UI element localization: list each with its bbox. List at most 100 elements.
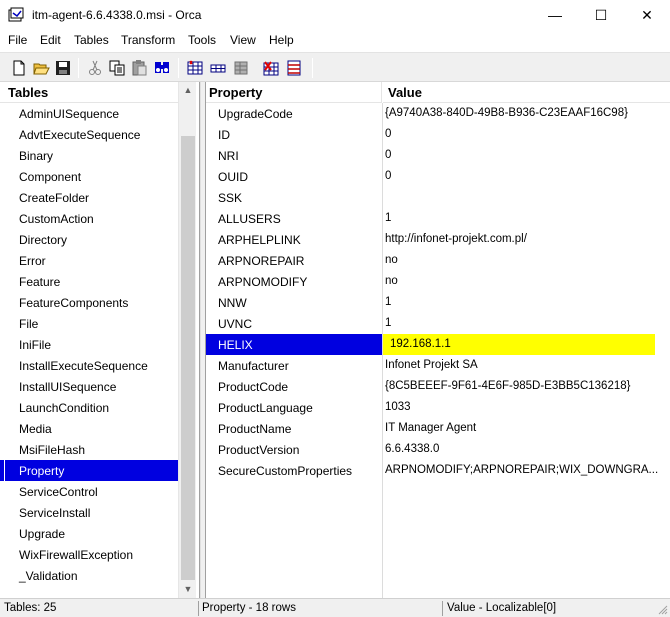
property-cell[interactable]: UpgradeCode	[206, 103, 382, 124]
copy-icon[interactable]	[108, 59, 126, 77]
value-cell[interactable]: 6.6.4338.0	[383, 439, 670, 460]
table-list-item[interactable]: IniFile	[0, 334, 178, 355]
property-cell[interactable]: ProductLanguage	[206, 397, 382, 418]
new-file-icon[interactable]	[10, 59, 28, 77]
open-folder-icon[interactable]	[32, 59, 50, 77]
error-icon[interactable]	[262, 59, 280, 77]
table-list-item[interactable]: ServiceControl	[0, 481, 178, 502]
table-list-item[interactable]: _Validation	[0, 565, 178, 586]
value-cell[interactable]: ARPNOMODIFY;ARPNOREPAIR;WIX_DOWNGRA...	[383, 460, 670, 481]
resize-grip-icon[interactable]	[656, 603, 668, 615]
value-cell[interactable]: 1033	[383, 397, 670, 418]
table-row[interactable]: UVNC 1	[206, 313, 670, 334]
table-row[interactable]: OUID 0	[206, 166, 670, 187]
scroll-up-icon[interactable]: ▲	[179, 82, 197, 99]
table-list-item[interactable]: Directory	[0, 229, 178, 250]
close-button[interactable]: ✕	[624, 0, 670, 30]
table-row[interactable]: SSK	[206, 187, 670, 208]
value-cell[interactable]: 0	[383, 145, 670, 166]
table-row[interactable]: ARPHELPLINK http://infonet-projekt.com.pl…	[206, 229, 670, 250]
value-cell[interactable]: http://infonet-projekt.com.pl/	[383, 229, 670, 250]
property-cell[interactable]: ProductVersion	[206, 439, 382, 460]
menu-transform[interactable]: Transform	[121, 33, 175, 47]
property-cell[interactable]: ProductName	[206, 418, 382, 439]
value-cell[interactable]: 1	[383, 313, 670, 334]
validate-icon[interactable]	[285, 59, 303, 77]
table-list-item[interactable]: Error	[0, 250, 178, 271]
property-cell[interactable]: Manufacturer	[206, 355, 382, 376]
menu-view[interactable]: View	[230, 33, 256, 47]
tables-scrollbar[interactable]: ▲ ▼	[178, 82, 196, 598]
minimize-button[interactable]: —	[532, 0, 578, 30]
property-cell[interactable]: NNW	[206, 292, 382, 313]
table-row[interactable]: ID 0	[206, 124, 670, 145]
menu-tools[interactable]: Tools	[188, 33, 216, 47]
table-list-item[interactable]: FeatureComponents	[0, 292, 178, 313]
value-cell[interactable]: IT Manager Agent	[383, 418, 670, 439]
table-row[interactable]: ARPNOREPAIR no	[206, 250, 670, 271]
table-row[interactable]: NNW 1	[206, 292, 670, 313]
value-cell[interactable]	[383, 187, 670, 208]
property-cell[interactable]: HELIX	[206, 334, 382, 355]
paste-icon[interactable]	[130, 59, 148, 77]
table-row[interactable]: UpgradeCode {A9740A38-840D-49B8-B936-C23E…	[206, 103, 670, 124]
menu-edit[interactable]: Edit	[40, 33, 61, 47]
table-row[interactable]: SecureCustomProperties ARPNOMODIFY;ARPNOR…	[206, 460, 670, 481]
column-header-value[interactable]: Value	[383, 82, 670, 103]
add-table-icon[interactable]	[186, 59, 204, 77]
menu-help[interactable]: Help	[269, 33, 294, 47]
value-cell[interactable]: {A9740A38-840D-49B8-B936-C23EAAF16C98}	[383, 103, 670, 124]
property-cell[interactable]: NRI	[206, 145, 382, 166]
value-cell[interactable]: no	[383, 250, 670, 271]
property-cell[interactable]: ProductCode	[206, 376, 382, 397]
menu-file[interactable]: File	[8, 33, 27, 47]
table-list-item[interactable]: AdvtExecuteSequence	[0, 124, 178, 145]
property-cell[interactable]: ID	[206, 124, 382, 145]
table-list-item[interactable]: Upgrade	[0, 523, 178, 544]
table-row[interactable]: ALLUSERS 1	[206, 208, 670, 229]
value-edit-field[interactable]: 192.168.1.1	[383, 334, 655, 355]
property-cell[interactable]: ARPHELPLINK	[206, 229, 382, 250]
table-row[interactable]: NRI 0	[206, 145, 670, 166]
table-list-item[interactable]: CustomAction	[0, 208, 178, 229]
value-cell[interactable]: {8C5BEEEF-9F61-4E6F-985D-E3BB5C136218}	[383, 376, 670, 397]
table-list-item[interactable]: LaunchCondition	[0, 397, 178, 418]
table-row[interactable]: ProductLanguage 1033	[206, 397, 670, 418]
maximize-button[interactable]: ☐	[578, 0, 624, 30]
value-cell[interactable]: 0	[383, 124, 670, 145]
table-list-item[interactable]: MsiFileHash	[0, 439, 178, 460]
column-header-property[interactable]: Property	[206, 82, 382, 103]
property-cell[interactable]: OUID	[206, 166, 382, 187]
menu-tables[interactable]: Tables	[74, 33, 109, 47]
value-cell[interactable]: 1	[383, 208, 670, 229]
table-list-item[interactable]: CreateFolder	[0, 187, 178, 208]
table-row[interactable]: HELIX 192.168.1.1	[206, 334, 670, 355]
table-row[interactable]: ProductName IT Manager Agent	[206, 418, 670, 439]
table-row[interactable]: ARPNOMODIFY no	[206, 271, 670, 292]
table-row[interactable]: Manufacturer Infonet Projekt SA	[206, 355, 670, 376]
property-cell[interactable]: UVNC	[206, 313, 382, 334]
table-list-item[interactable]: File	[0, 313, 178, 334]
property-cell[interactable]: SSK	[206, 187, 382, 208]
table-list-item[interactable]: Feature	[0, 271, 178, 292]
table-list-item[interactable]: WixFirewallException	[0, 544, 178, 565]
drop-table-icon[interactable]	[232, 59, 250, 77]
value-cell[interactable]: 1	[383, 292, 670, 313]
find-icon[interactable]	[153, 59, 171, 77]
table-list-item[interactable]: AdminUISequence	[0, 103, 178, 124]
table-list-item[interactable]: Component	[0, 166, 178, 187]
table-list-item[interactable]: ServiceInstall	[0, 502, 178, 523]
table-list-item[interactable]: Media	[0, 418, 178, 439]
save-icon[interactable]	[54, 59, 72, 77]
table-row[interactable]: ProductCode {8C5BEEEF-9F61-4E6F-985D-E3BB…	[206, 376, 670, 397]
property-cell[interactable]: SecureCustomProperties	[206, 460, 382, 481]
value-cell[interactable]: no	[383, 271, 670, 292]
cut-icon[interactable]	[86, 59, 104, 77]
value-cell[interactable]: 0	[383, 166, 670, 187]
property-cell[interactable]: ALLUSERS	[206, 208, 382, 229]
property-cell[interactable]: ARPNOREPAIR	[206, 250, 382, 271]
scroll-thumb[interactable]	[181, 136, 195, 580]
table-list-item[interactable]: Property	[0, 460, 178, 481]
property-cell[interactable]: ARPNOMODIFY	[206, 271, 382, 292]
scroll-down-icon[interactable]: ▼	[179, 581, 197, 598]
